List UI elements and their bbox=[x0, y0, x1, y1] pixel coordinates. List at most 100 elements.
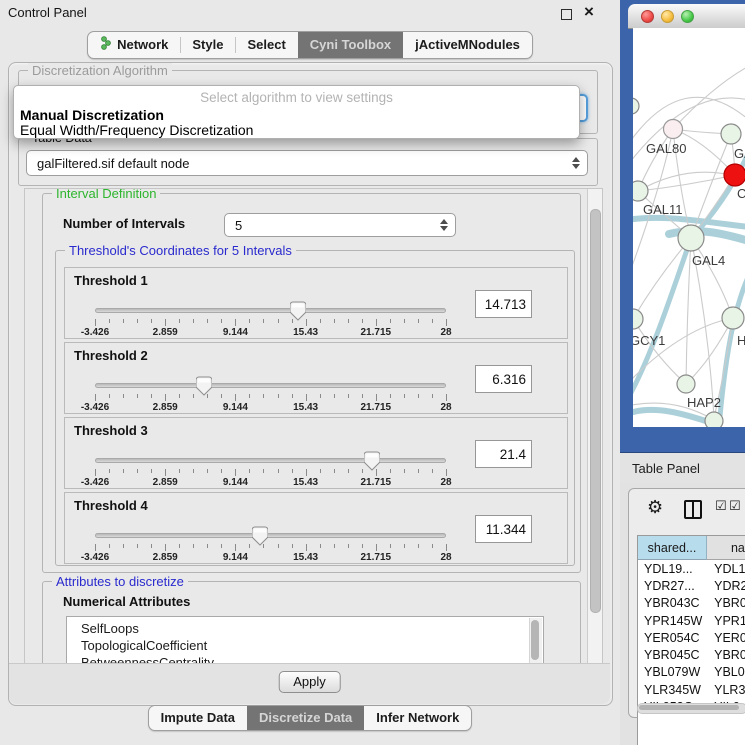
apply-button[interactable]: Apply bbox=[278, 671, 341, 693]
svg-text:GAL11: GAL11 bbox=[643, 202, 683, 217]
float-window-icon[interactable] bbox=[561, 9, 572, 20]
threshold-3-panel: Threshold 3 -3.4262.8599.14415.4321.7152… bbox=[64, 417, 568, 489]
network-node-gal11[interactable] bbox=[633, 181, 648, 201]
threshold-2-panel: Threshold 2 -3.4262.8599.14415.4321.7152… bbox=[64, 342, 568, 414]
combobox-value: 5 bbox=[235, 218, 242, 233]
threshold-2-slider[interactable]: -3.4262.8599.14415.4321.71528 bbox=[95, 379, 446, 411]
algorithm-dropdown-popup: Select algorithm to view settings Manual… bbox=[13, 85, 580, 139]
attributes-group: Attributes to discretize Numerical Attri… bbox=[42, 581, 581, 664]
tab-cyni-toolbox[interactable]: Cyni Toolbox bbox=[298, 32, 403, 58]
table-row[interactable]: YLR345WYLR3 bbox=[638, 681, 745, 698]
network-canvas[interactable]: GAL80 GA C GAL11 GAL4 GCY1 H HAP2 bbox=[633, 28, 745, 427]
threshold-1-value-field[interactable] bbox=[475, 290, 532, 318]
network-node[interactable] bbox=[633, 98, 639, 114]
svg-text:C: C bbox=[737, 186, 745, 201]
combobox-value: galFiltered.sif default node bbox=[37, 156, 189, 171]
thresholds-group: Threshold's Coordinates for 5 Intervals … bbox=[55, 250, 575, 566]
network-node-hap2[interactable] bbox=[677, 375, 695, 393]
table-header-row: shared... na bbox=[638, 536, 745, 560]
close-icon[interactable]: × bbox=[584, 1, 594, 23]
threshold-4-slider[interactable]: -3.4262.8599.14415.4321.71528 bbox=[95, 529, 446, 561]
threshold-label: Threshold 2 bbox=[74, 348, 148, 363]
network-node-gcy1[interactable] bbox=[633, 309, 643, 329]
zoom-button[interactable] bbox=[681, 10, 694, 23]
horizontal-scrollbar[interactable] bbox=[637, 703, 745, 714]
slider-thumb[interactable] bbox=[252, 526, 268, 551]
table-row[interactable]: YER054CYER0 bbox=[638, 629, 745, 646]
table-row[interactable]: YBR043CYBR0 bbox=[638, 595, 745, 612]
tab-network[interactable]: Network bbox=[88, 32, 180, 58]
network-node[interactable] bbox=[705, 412, 723, 427]
tab-style[interactable]: Style bbox=[180, 32, 235, 58]
threshold-label: Threshold 4 bbox=[74, 498, 148, 513]
table-panel-title: Table Panel bbox=[632, 461, 700, 476]
scrollbar-thumb[interactable] bbox=[639, 705, 739, 710]
list-item[interactable]: SelfLoops bbox=[67, 620, 543, 637]
svg-text:H: H bbox=[737, 333, 745, 348]
vertical-scrollbar[interactable] bbox=[587, 189, 602, 663]
svg-text:GAL80: GAL80 bbox=[646, 141, 686, 156]
table-row[interactable]: YBL079WYBL0 bbox=[638, 664, 745, 681]
threshold-label: Threshold 1 bbox=[74, 273, 148, 288]
threshold-3-value-field[interactable] bbox=[475, 440, 532, 468]
num-intervals-label: Number of Intervals bbox=[63, 216, 185, 231]
threshold-4-panel: Threshold 4 -3.4262.8599.14415.4321.7152… bbox=[64, 492, 568, 564]
attributes-list: SelfLoops TopologicalCoefficient Between… bbox=[66, 616, 544, 664]
list-item[interactable]: TopologicalCoefficient bbox=[67, 637, 543, 654]
gear-icon[interactable]: ⚙ bbox=[647, 497, 663, 518]
tab-jactivemnodules[interactable]: jActiveMNodules bbox=[403, 32, 532, 58]
checkbox-icon[interactable]: ☑ bbox=[729, 500, 741, 514]
column-header-name[interactable]: na bbox=[707, 536, 745, 560]
tab-label: Impute Data bbox=[161, 710, 235, 725]
option-manual-discretization[interactable]: Manual Discretization bbox=[20, 107, 164, 123]
num-intervals-combobox[interactable]: 5 bbox=[224, 213, 456, 237]
checkbox-icon[interactable]: ☑ bbox=[715, 500, 727, 514]
network-node-gal80[interactable] bbox=[664, 120, 683, 139]
table-row[interactable]: YDR27...YDR2 bbox=[638, 577, 745, 594]
table-row[interactable]: YDL19...YDL1 bbox=[638, 560, 745, 577]
tab-label: Cyni Toolbox bbox=[310, 37, 391, 52]
column-header-shared-name[interactable]: shared... bbox=[638, 536, 707, 560]
table-data-combobox[interactable]: galFiltered.sif default node bbox=[26, 150, 588, 176]
network-node-ga[interactable] bbox=[721, 124, 741, 144]
group-label: Attributes to discretize bbox=[52, 574, 188, 589]
svg-text:GA: GA bbox=[734, 146, 745, 161]
threshold-4-value-field[interactable] bbox=[475, 515, 532, 543]
group-label: Interval Definition bbox=[52, 188, 160, 201]
threshold-2-value-field[interactable] bbox=[475, 365, 532, 393]
minimize-button[interactable] bbox=[661, 10, 674, 23]
network-node-selected[interactable] bbox=[724, 164, 745, 186]
svg-text:HAP2: HAP2 bbox=[687, 395, 721, 410]
tab-impute-data[interactable]: Impute Data bbox=[149, 706, 247, 730]
tab-label: Style bbox=[192, 37, 223, 52]
threshold-3-slider[interactable]: -3.4262.8599.14415.4321.71528 bbox=[95, 454, 446, 486]
column-layout-icon[interactable] bbox=[684, 500, 702, 519]
table-row[interactable]: YPR145WYPR1 bbox=[638, 612, 745, 629]
scrollbar-thumb[interactable] bbox=[590, 209, 601, 613]
tab-discretize-data[interactable]: Discretize Data bbox=[247, 706, 364, 730]
slider-thumb[interactable] bbox=[196, 376, 212, 401]
close-button[interactable] bbox=[641, 10, 654, 23]
table-toolbar: ⚙ ☑ ☑ bbox=[629, 489, 745, 533]
dropdown-placeholder: Select algorithm to view settings bbox=[14, 90, 579, 105]
table-row[interactable]: YBR045CYBR0 bbox=[638, 646, 745, 663]
apply-row: Apply bbox=[9, 663, 610, 704]
tab-label: Infer Network bbox=[376, 710, 459, 725]
threshold-1-slider[interactable]: -3.4262.8599.14415.4321.71528 bbox=[95, 304, 446, 336]
slider-thumb[interactable] bbox=[290, 301, 306, 326]
tab-infer-network[interactable]: Infer Network bbox=[364, 706, 471, 730]
settings-scroll-viewport: Interval Definition Number of Intervals … bbox=[24, 188, 603, 664]
threshold-label: Threshold 3 bbox=[74, 423, 148, 438]
stepper-arrows-icon bbox=[440, 219, 448, 231]
network-view-window: GAL80 GA C GAL11 GAL4 GCY1 H HAP2 bbox=[620, 0, 745, 453]
application-window: Control Panel × Network bbox=[0, 0, 745, 745]
option-equal-width-frequency[interactable]: Equal Width/Frequency Discretization bbox=[20, 122, 253, 138]
tab-select[interactable]: Select bbox=[235, 32, 297, 58]
stepper-arrows-icon bbox=[572, 157, 580, 169]
network-window-titlebar[interactable] bbox=[628, 4, 745, 29]
list-scrollbar[interactable] bbox=[529, 618, 542, 664]
table-panel: ⚙ ☑ ☑ shared... na YDL19...YDL1 YDR27...… bbox=[628, 488, 745, 718]
network-node-h[interactable] bbox=[722, 307, 744, 329]
network-node-gal4[interactable] bbox=[678, 225, 704, 251]
slider-thumb[interactable] bbox=[364, 451, 380, 476]
